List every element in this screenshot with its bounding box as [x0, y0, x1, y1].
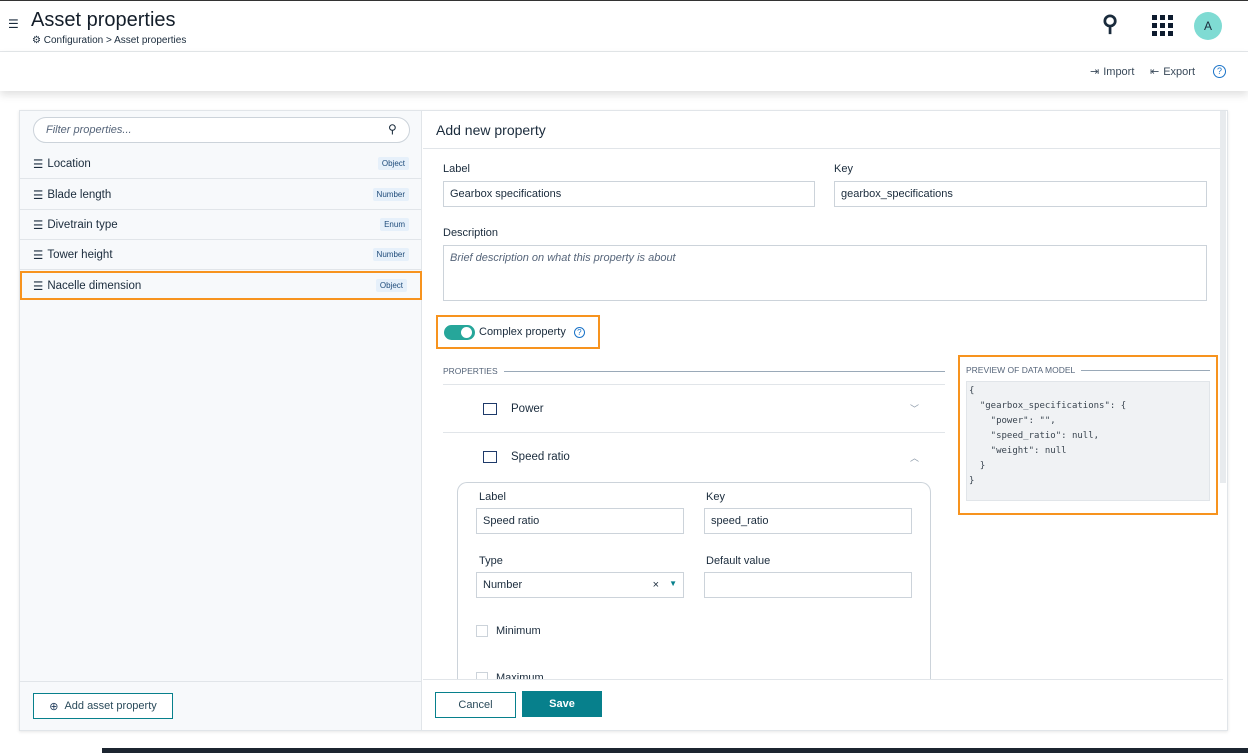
import-button[interactable]: ⇥ Import: [1090, 65, 1134, 79]
help-icon[interactable]: ?: [1213, 65, 1226, 78]
complex-property-toggle-group: Complex property ?: [436, 315, 600, 349]
list-item[interactable]: ☰ Tower height Number: [20, 240, 422, 270]
minimum-checkbox-row[interactable]: Minimum: [476, 625, 541, 637]
preview-heading: PREVIEW OF DATA MODEL: [966, 365, 1210, 375]
form-title: Add new property: [423, 111, 1223, 149]
label-label: Label: [443, 163, 470, 175]
caret-down-icon[interactable]: ▼: [669, 579, 677, 591]
sub-key-input[interactable]: speed_ratio: [704, 508, 912, 534]
add-property-form: Add new property Label Gearbox specifica…: [423, 111, 1227, 730]
description-label: Description: [443, 227, 499, 239]
property-list-panel: Filter properties... ⚲ ☰ Location Object ☰…: [20, 111, 422, 730]
menu-toggle-icon[interactable]: ☰: [8, 17, 19, 31]
cancel-button[interactable]: Cancel: [435, 692, 516, 718]
list-icon: [483, 451, 497, 463]
filter-input[interactable]: Filter properties...: [33, 117, 410, 143]
list-footer: ⊕ Add asset property: [20, 681, 422, 730]
default-value-label: Default value: [706, 555, 771, 567]
chevron-up-icon[interactable]: ︿: [910, 451, 919, 464]
search-icon: ⚲: [388, 122, 397, 136]
sliders-icon: ☰: [33, 249, 44, 262]
breadcrumb[interactable]: ⚙ Configuration > Asset properties: [32, 35, 186, 46]
label-input[interactable]: Gearbox specifications: [443, 181, 815, 207]
properties-heading: PROPERTIES: [443, 366, 945, 376]
add-asset-property-button[interactable]: ⊕ Add asset property: [33, 693, 173, 719]
properties-card: Filter properties... ⚲ ☰ Location Object ☰…: [19, 110, 1228, 731]
export-icon: ⇤: [1150, 66, 1160, 78]
toolbar: ⇥ Import ⇤ Export ?: [0, 52, 1248, 91]
type-badge: Number: [372, 188, 409, 201]
key-label: Key: [834, 163, 853, 175]
header: ☰ Asset properties ⚙ Configuration > Ass…: [0, 1, 1248, 52]
sub-key-label: Key: [706, 491, 725, 503]
type-badge: Enum: [380, 218, 409, 231]
type-badge: Object: [377, 157, 409, 170]
help-icon[interactable]: ?: [573, 326, 585, 338]
type-label: Type: [479, 555, 503, 567]
scrollbar[interactable]: [1220, 111, 1226, 483]
sliders-icon: ☰: [33, 189, 44, 202]
sub-label-input[interactable]: Speed ratio: [476, 508, 684, 534]
minimum-checkbox[interactable]: [476, 625, 488, 637]
save-button[interactable]: Save: [522, 691, 602, 717]
type-select[interactable]: Number × ▼: [476, 572, 684, 598]
page-title: Asset properties: [31, 9, 176, 31]
export-button[interactable]: ⇤ Export: [1150, 65, 1195, 79]
form-footer: Cancel Save: [423, 679, 1223, 730]
sliders-icon: ☰: [33, 158, 44, 171]
apps-grid-icon[interactable]: [1152, 15, 1173, 36]
list-item[interactable]: ☰ Location Object: [20, 149, 422, 179]
list-item-selected[interactable]: ☰ Nacelle dimension Object: [20, 271, 422, 300]
sliders-icon: ☰: [33, 280, 44, 293]
list-icon: [483, 402, 497, 415]
search-icon[interactable]: ⚲: [1102, 11, 1118, 37]
description-textarea[interactable]: Brief description on what this property …: [443, 245, 1207, 301]
sub-label-label: Label: [479, 491, 506, 503]
preview-code: { "gearbox_specifications": { "power": "…: [966, 381, 1210, 501]
list-item[interactable]: ☰ Divetrain type Enum: [20, 210, 422, 240]
clear-icon[interactable]: ×: [653, 579, 659, 591]
complex-property-label: Complex property: [479, 326, 566, 338]
property-row-power[interactable]: Power ﹀: [443, 385, 945, 433]
data-model-preview: PREVIEW OF DATA MODEL { "gearbox_specifi…: [958, 355, 1218, 515]
chevron-down-icon[interactable]: ﹀: [910, 402, 919, 415]
property-row-speed-ratio[interactable]: Speed ratio ︿: [443, 433, 945, 481]
gear-icon: ⚙: [32, 35, 44, 46]
sliders-icon: ☰: [33, 219, 44, 232]
plus-circle-icon: ⊕: [49, 700, 59, 713]
type-badge: Number: [372, 248, 409, 261]
list-item[interactable]: ☰ Blade length Number: [20, 180, 422, 210]
import-icon: ⇥: [1090, 66, 1100, 78]
default-value-input[interactable]: [704, 572, 912, 598]
properties-list: Power ﹀ Speed ratio ︿: [443, 384, 945, 481]
key-input[interactable]: gearbox_specifications: [834, 181, 1207, 207]
avatar[interactable]: A: [1194, 12, 1222, 40]
type-badge: Object: [375, 279, 407, 292]
complex-property-toggle[interactable]: [444, 324, 475, 340]
taskbar-strip: [102, 748, 1248, 753]
speed-ratio-editor: Label Speed ratio Key speed_ratio Type N…: [457, 482, 931, 702]
